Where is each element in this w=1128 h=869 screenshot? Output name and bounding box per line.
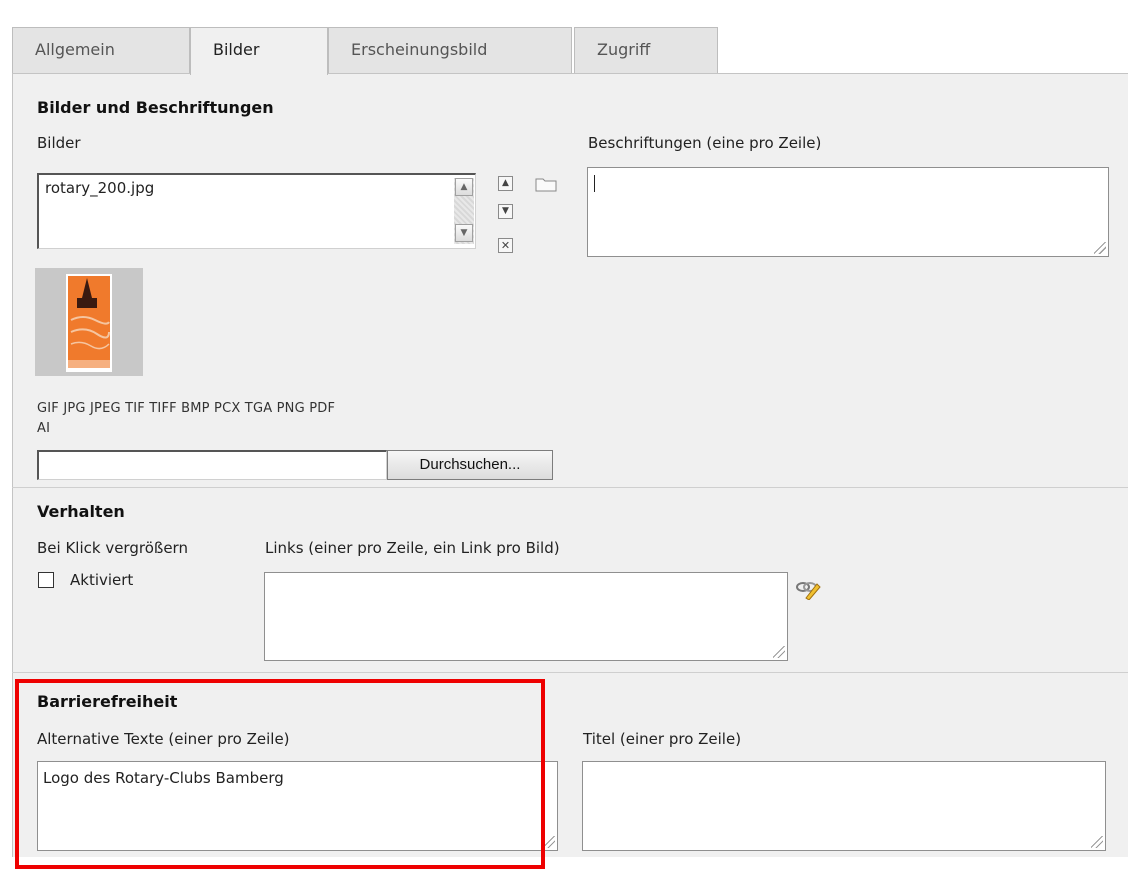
section-title-accessibility: Barrierefreiheit — [37, 692, 178, 711]
allowed-formats-line2: AI — [37, 421, 51, 436]
rotary-logo-icon — [66, 274, 112, 372]
enlarge-checkbox[interactable] — [38, 572, 54, 588]
scroll-up-button[interactable]: ▲ — [455, 178, 473, 196]
title-textarea[interactable] — [582, 761, 1106, 851]
section-title-behavior: Verhalten — [37, 502, 125, 521]
resize-grip[interactable] — [1091, 836, 1103, 848]
captions-label: Beschriftungen (eine pro Zeile) — [588, 134, 822, 152]
resize-grip[interactable] — [1094, 242, 1106, 254]
allowed-formats: GIF JPG JPEG TIF TIFF BMP PCX TGA PNG PD… — [37, 401, 336, 416]
move-down-button[interactable]: ▼ — [498, 204, 513, 219]
section-divider — [12, 672, 1128, 673]
image-list[interactable]: rotary_200.jpg — [37, 173, 476, 249]
captions-textarea[interactable] — [587, 167, 1109, 257]
alt-text-textarea[interactable]: Logo des Rotary-Clubs Bamberg — [37, 761, 558, 851]
tab-bilder[interactable]: Bilder — [190, 27, 328, 75]
resize-grip[interactable] — [773, 646, 785, 658]
title-label: Titel (einer pro Zeile) — [583, 730, 742, 748]
tab-allgemein[interactable]: Allgemein — [12, 27, 190, 73]
file-upload-input[interactable] — [37, 450, 387, 480]
text-cursor — [594, 175, 595, 192]
links-textarea[interactable] — [264, 572, 788, 661]
alt-text-label: Alternative Texte (einer pro Zeile) — [37, 730, 290, 748]
enlarge-checkbox-label[interactable]: Aktiviert — [70, 571, 133, 589]
move-up-button[interactable]: ▲ — [498, 176, 513, 191]
image-list-item[interactable]: rotary_200.jpg — [45, 179, 154, 197]
tab-erscheinungsbild[interactable]: Erscheinungsbild — [328, 27, 572, 73]
enlarge-label: Bei Klick vergrößern — [37, 539, 188, 557]
link-wizard-icon[interactable] — [795, 578, 821, 601]
section-divider — [12, 487, 1128, 488]
folder-icon[interactable] — [535, 176, 557, 192]
section-title-images: Bilder und Beschriftungen — [37, 98, 274, 117]
tab-zugriff[interactable]: Zugriff — [574, 27, 718, 73]
images-label: Bilder — [37, 134, 81, 152]
remove-button[interactable]: ✕ — [498, 238, 513, 253]
scroll-down-button[interactable]: ▼ — [455, 224, 473, 242]
links-label: Links (einer pro Zeile, ein Link pro Bil… — [265, 539, 560, 557]
alt-text-value: Logo des Rotary-Clubs Bamberg — [43, 769, 284, 787]
browse-button[interactable]: Durchsuchen... — [387, 450, 553, 480]
image-thumbnail[interactable] — [35, 268, 143, 376]
resize-grip[interactable] — [543, 836, 555, 848]
